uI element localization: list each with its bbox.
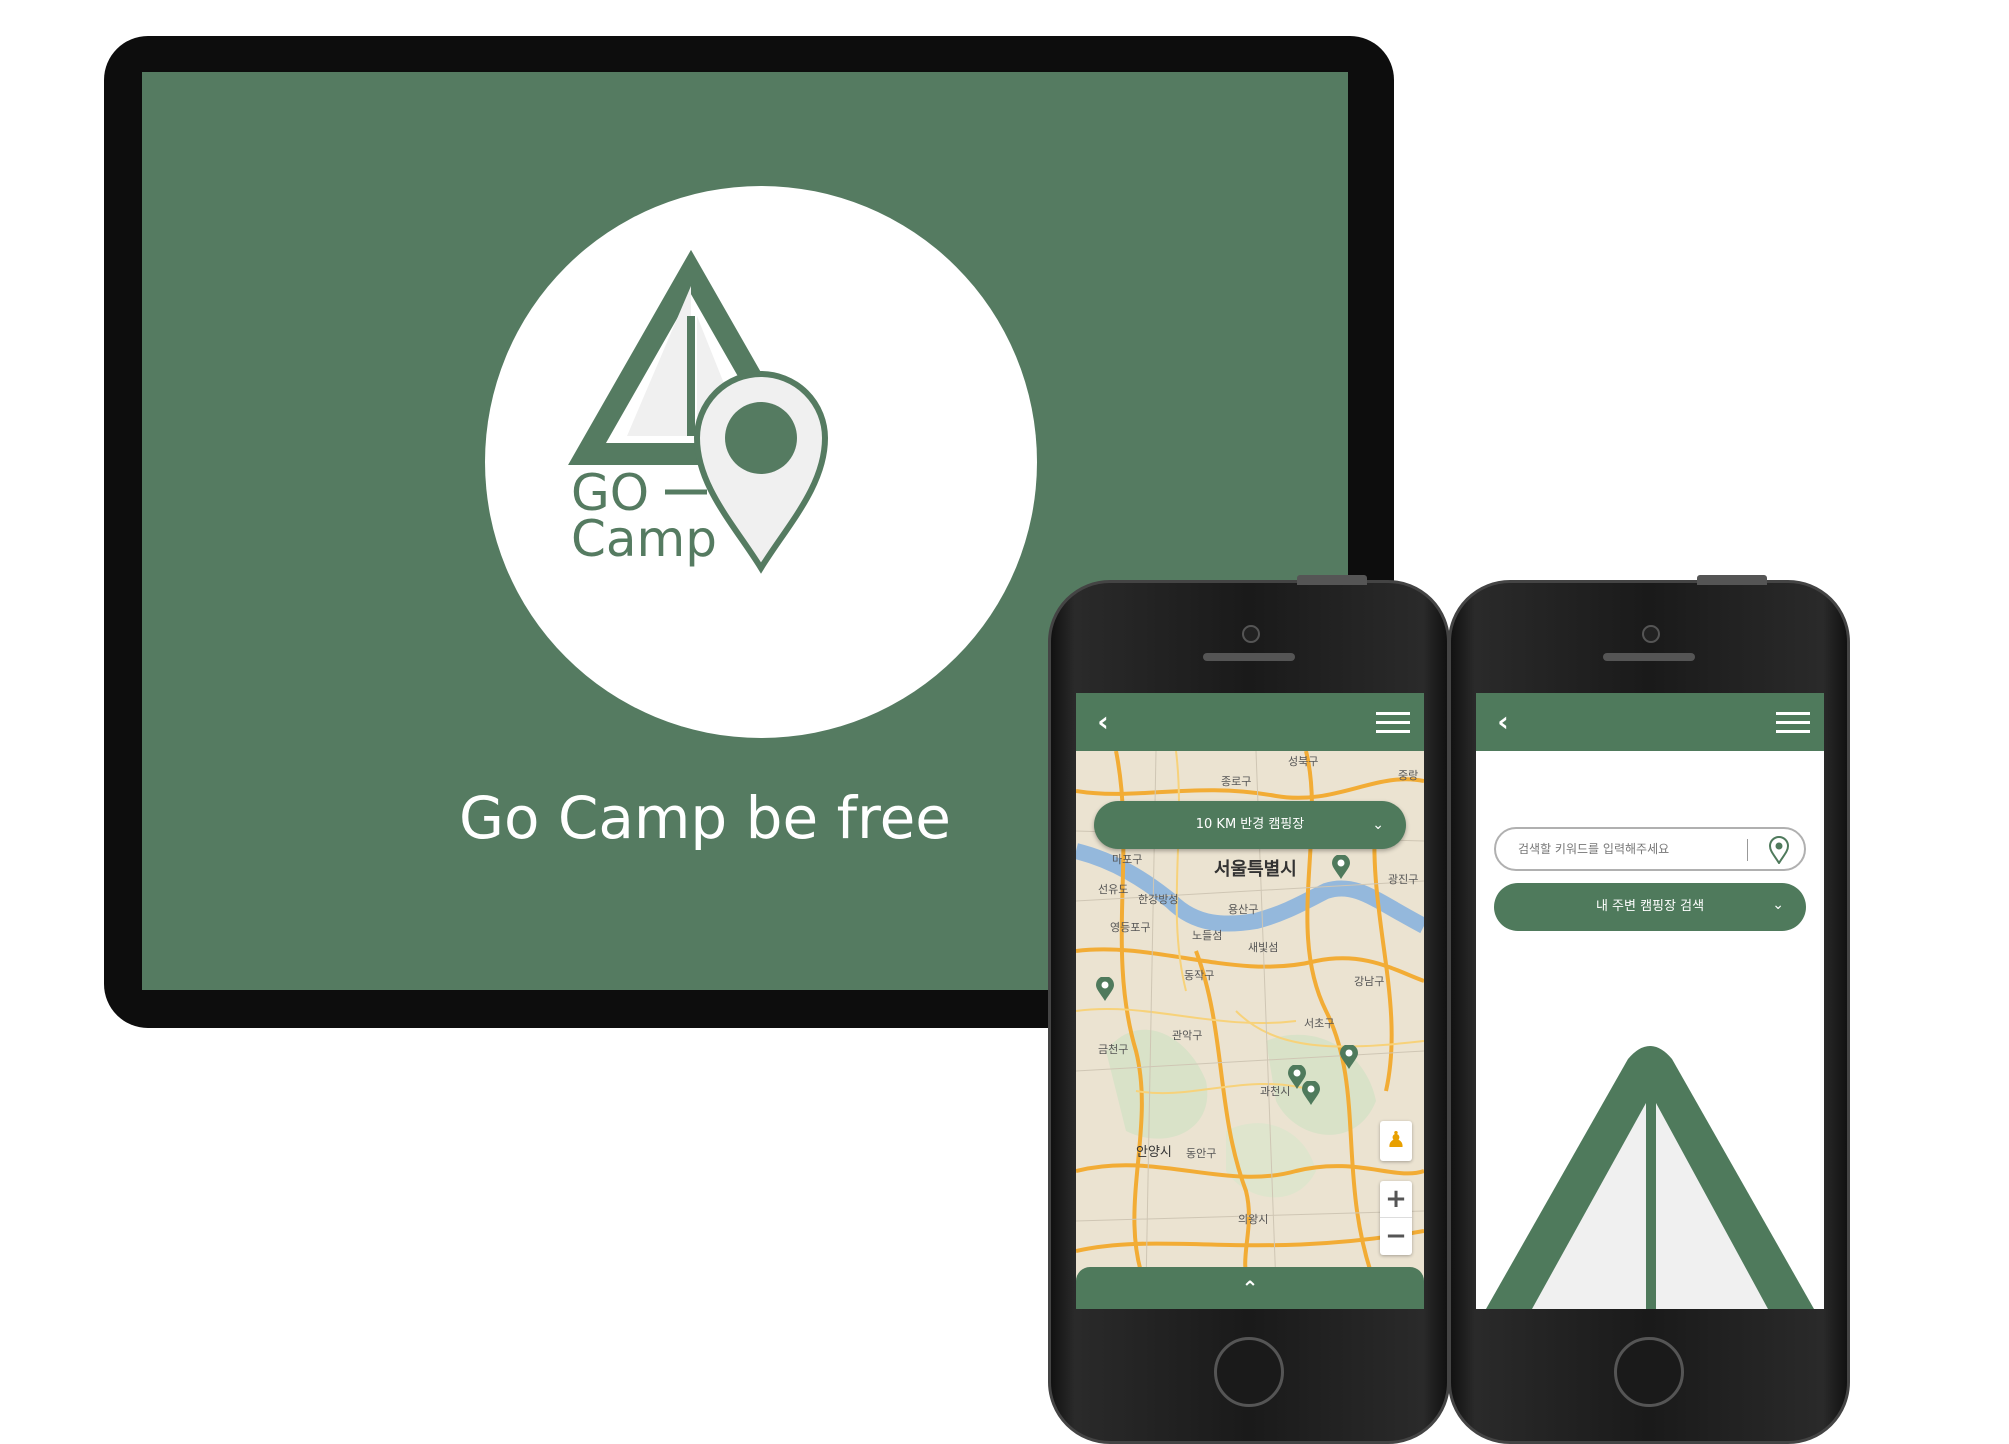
map-label: 성북구: [1288, 755, 1319, 768]
map-label-city: 서울특별시: [1214, 859, 1297, 880]
hamburger-icon: [1376, 712, 1410, 715]
logo-text-camp: Camp: [571, 510, 717, 568]
power-button: [1297, 575, 1367, 585]
map-label: 동안구: [1186, 1147, 1217, 1160]
chevron-left-icon: ‹: [1097, 705, 1109, 738]
campsite-pin[interactable]: [1332, 855, 1350, 879]
hamburger-icon: [1776, 712, 1810, 715]
map-label: 한강방성: [1138, 893, 1179, 906]
menu-button[interactable]: [1776, 712, 1810, 734]
radius-dropdown-label: 10 KM 반경 캠핑장: [1195, 817, 1305, 832]
map-label: 금천구: [1098, 1043, 1129, 1056]
zoom-out-button[interactable]: −: [1380, 1218, 1412, 1254]
map-label: 강남구: [1354, 975, 1385, 988]
nearby-search-button[interactable]: 내 주변 캠핑장 검색 ⌄: [1494, 883, 1806, 931]
logo-circle: GO Camp: [485, 186, 1037, 738]
menu-button[interactable]: [1376, 712, 1410, 734]
gocamp-logo: GO Camp: [568, 249, 829, 574]
home-button[interactable]: [1614, 1337, 1684, 1407]
tent-illustration: [1486, 1046, 1814, 1309]
expand-list-button[interactable]: ⌃: [1076, 1267, 1424, 1309]
app-bar: ‹: [1476, 693, 1824, 751]
map-label: 새빛섬: [1248, 941, 1279, 954]
front-camera: [1242, 625, 1260, 643]
map-label: 마포구: [1112, 853, 1143, 866]
back-button[interactable]: ‹: [1088, 707, 1118, 737]
nearby-search-label: 내 주변 캠핑장 검색: [1595, 899, 1705, 914]
campsite-pin[interactable]: [1096, 977, 1114, 1001]
search-input[interactable]: 검색할 키워드를 입력해주세요: [1494, 827, 1806, 871]
map-label: 동작구: [1184, 969, 1215, 982]
phone-map-device: ‹ 성북구 종로구 중랑 마포구 서울특별시 선유도 한강방성 광진구 용산구 …: [1048, 575, 1450, 1444]
map-label: 영등포구: [1110, 921, 1151, 934]
map-label: 의왕시: [1238, 1213, 1269, 1226]
home-button[interactable]: [1214, 1337, 1284, 1407]
map-label: 관악구: [1172, 1029, 1203, 1042]
pegman-icon[interactable]: ♟: [1380, 1121, 1412, 1161]
chevron-left-icon: ‹: [1497, 705, 1509, 738]
map-label: 안양시: [1136, 1145, 1172, 1160]
back-button[interactable]: ‹: [1488, 707, 1518, 737]
map-screen: ‹ 성북구 종로구 중랑 마포구 서울특별시 선유도 한강방성 광진구 용산구 …: [1076, 693, 1424, 1309]
campsite-pin[interactable]: [1302, 1081, 1320, 1105]
map-view[interactable]: 성북구 종로구 중랑 마포구 서울특별시 선유도 한강방성 광진구 용산구 영등…: [1076, 751, 1424, 1287]
chevron-down-icon: ⌄: [1372, 817, 1384, 833]
search-placeholder: 검색할 키워드를 입력해주세요: [1518, 842, 1670, 856]
map-label: 용산구: [1228, 903, 1259, 916]
speaker: [1203, 653, 1295, 661]
map-label: 서초구: [1304, 1017, 1335, 1030]
zoom-control: + −: [1380, 1181, 1412, 1255]
phone-search-device: ‹ 검색할 키워드를 입력해주세요 내 주변 캠핑장 검색 ⌄: [1448, 575, 1850, 1444]
app-bar: ‹: [1076, 693, 1424, 751]
map-pin-icon[interactable]: [1768, 836, 1790, 864]
campsite-pin[interactable]: [1340, 1045, 1358, 1069]
power-button: [1697, 575, 1767, 585]
map-label: 선유도: [1098, 883, 1129, 896]
map-label: 광진구: [1388, 873, 1419, 886]
speaker: [1603, 653, 1695, 661]
search-screen: ‹ 검색할 키워드를 입력해주세요 내 주변 캠핑장 검색 ⌄: [1476, 693, 1824, 1309]
chevron-up-icon: ⌃: [1241, 1276, 1259, 1300]
map-label: 과천시: [1260, 1085, 1291, 1098]
map-label: 중랑: [1398, 769, 1419, 782]
radius-dropdown[interactable]: 10 KM 반경 캠핑장 ⌄: [1094, 801, 1406, 849]
map-label: 종로구: [1221, 775, 1252, 788]
front-camera: [1642, 625, 1660, 643]
zoom-in-button[interactable]: +: [1380, 1181, 1412, 1217]
map-label: 노들섬: [1192, 929, 1223, 942]
chevron-down-icon: ⌄: [1772, 897, 1784, 913]
search-divider: [1747, 839, 1748, 861]
